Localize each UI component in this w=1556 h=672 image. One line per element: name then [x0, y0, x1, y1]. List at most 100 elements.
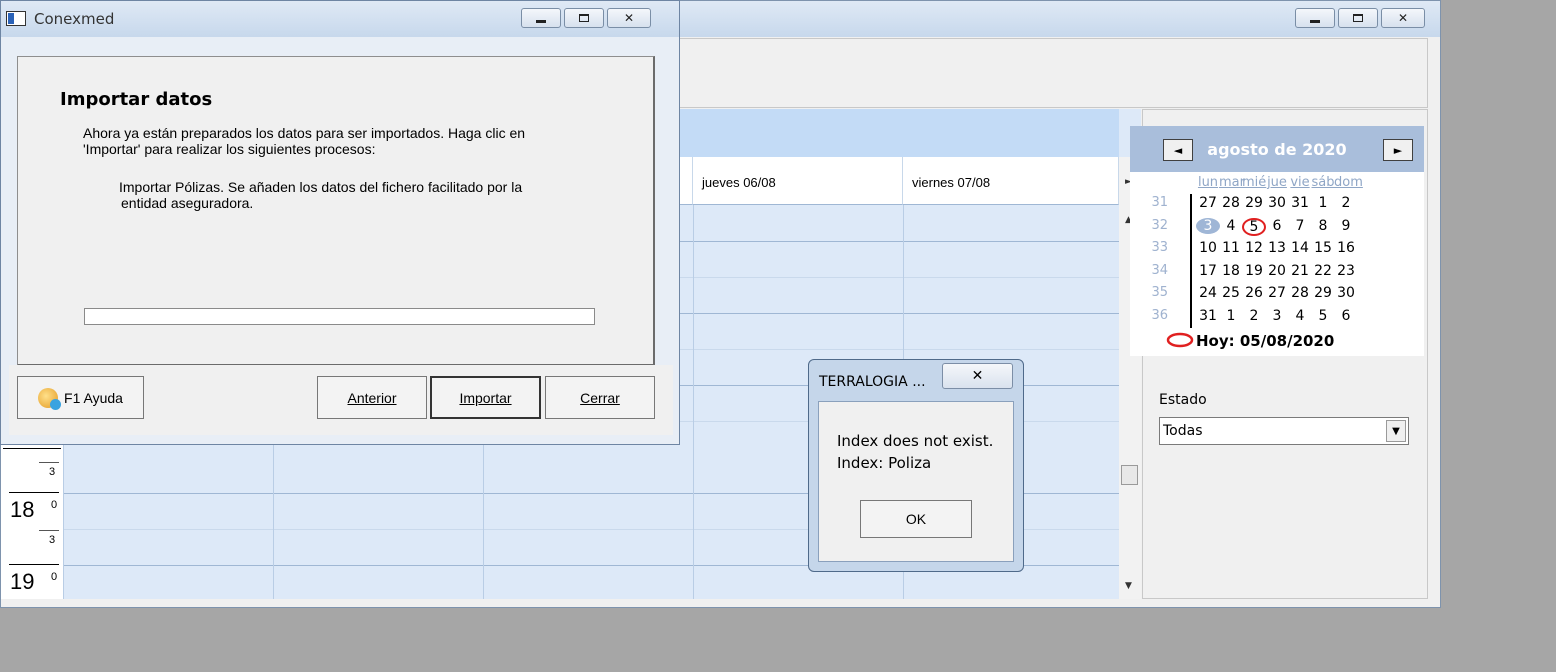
estado-label: Estado — [1159, 392, 1207, 408]
calendar-day[interactable]: 11 — [1219, 240, 1243, 256]
today-label: Hoy: 05/08/2020 — [1196, 332, 1335, 350]
weekday-label: mié — [1242, 175, 1267, 190]
time-separator — [9, 492, 59, 493]
calendar-day[interactable]: 22 — [1311, 263, 1335, 279]
time-sub-line — [39, 462, 59, 463]
calendar-day[interactable]: 21 — [1288, 263, 1312, 279]
back-button[interactable]: Anterior — [317, 376, 427, 419]
weekday-label: jue — [1267, 175, 1287, 190]
calendar-day[interactable]: 6 — [1334, 308, 1358, 324]
calendar-day[interactable]: 27 — [1196, 195, 1220, 211]
calendar-day-selected[interactable]: 3 — [1196, 217, 1220, 234]
time-minutes-label: 0 — [51, 499, 58, 511]
calendar-day[interactable]: 29 — [1242, 195, 1266, 211]
calendar-day[interactable]: 29 — [1311, 285, 1335, 301]
wizard-intro-text: Ahora ya están preparados los datos para… — [83, 125, 525, 157]
main-close-button[interactable]: ✕ — [1381, 8, 1425, 28]
calendar-day[interactable]: 13 — [1265, 240, 1289, 256]
message-line: Index: Poliza — [837, 454, 932, 472]
time-minutes-label: 0 — [51, 571, 58, 583]
calendar-day[interactable]: 3 — [1265, 308, 1289, 324]
dropdown-arrow-icon[interactable]: ▼ — [1386, 420, 1406, 442]
wizard-detail-text: Importar Pólizas. Se añaden los datos de… — [119, 179, 522, 211]
error-message-box: TERRALOGIA ... ✕ Index does not exist. I… — [808, 359, 1024, 572]
calendar-day[interactable]: 25 — [1219, 285, 1243, 301]
conexmed-close-button[interactable]: ✕ — [607, 8, 651, 28]
close-icon: ✕ — [623, 11, 635, 25]
week-number: 32 — [1151, 217, 1168, 233]
weekday-label: sáb — [1311, 175, 1335, 190]
calendar-day[interactable]: 30 — [1265, 195, 1289, 211]
minimize-icon — [536, 19, 546, 23]
calendar-day[interactable]: 5 — [1311, 308, 1335, 324]
calendar-prev-button[interactable]: ◄ — [1163, 139, 1193, 161]
calendar-day[interactable]: 23 — [1334, 263, 1358, 279]
message-box-body: Index does not exist. Index: Poliza OK — [818, 401, 1014, 562]
weekday-label: dom — [1334, 175, 1363, 190]
maximize-icon — [1353, 14, 1363, 22]
week-number: 31 — [1151, 195, 1168, 210]
calendar-day[interactable]: 10 — [1196, 240, 1220, 256]
estado-select[interactable]: Todas ▼ — [1159, 417, 1409, 445]
calendar-day[interactable]: 31 — [1288, 195, 1312, 211]
calendar-day[interactable]: 27 — [1265, 285, 1289, 301]
calendar-day[interactable]: 20 — [1265, 263, 1289, 279]
calendar-day[interactable]: 2 — [1334, 195, 1358, 211]
message-box-close-button[interactable]: ✕ — [942, 363, 1013, 389]
calendar-day[interactable]: 15 — [1311, 240, 1335, 256]
calendar-day[interactable]: 30 — [1334, 285, 1358, 301]
wizard-intro-line: 'Importar' para realizar los siguientes … — [83, 141, 376, 157]
main-minimize-button[interactable] — [1295, 8, 1335, 28]
calendar-day[interactable]: 1 — [1219, 308, 1243, 324]
wizard-detail-line: Importar Pólizas. Se añaden los datos de… — [119, 179, 523, 195]
message-text: Index does not exist. Index: Poliza — [837, 430, 993, 474]
calendar-day[interactable]: 18 — [1219, 263, 1243, 279]
main-maximize-button[interactable] — [1338, 8, 1378, 28]
time-sub-line — [39, 530, 59, 531]
calendar-day[interactable]: 24 — [1196, 285, 1220, 301]
time-hour-label: 19 — [10, 569, 35, 594]
close-wizard-button[interactable]: Cerrar — [545, 376, 655, 419]
today-circle-icon — [1166, 332, 1194, 348]
conexmed-window: Conexmed ✕ Importar datos Ahora ya están… — [0, 0, 680, 445]
time-hour-label: 18 — [10, 497, 35, 522]
close-icon: ✕ — [1397, 11, 1409, 25]
calendar-day[interactable]: 14 — [1288, 240, 1312, 256]
calendar-day[interactable]: 16 — [1334, 240, 1358, 256]
calendar-day[interactable]: 26 — [1242, 285, 1266, 301]
calendar-day[interactable]: 7 — [1288, 218, 1312, 234]
calendar-day[interactable]: 17 — [1196, 263, 1220, 279]
scroll-down-arrow-icon[interactable]: ▼ — [1125, 581, 1132, 591]
calendar-day[interactable]: 4 — [1219, 218, 1243, 234]
scroll-thumb[interactable] — [1121, 465, 1138, 485]
calendar-day[interactable]: 28 — [1288, 285, 1312, 301]
calendar-day[interactable]: 8 — [1311, 218, 1335, 234]
time-separator — [9, 564, 59, 565]
calendar-day[interactable]: 9 — [1334, 218, 1358, 234]
calendar-day-today[interactable]: 5 — [1242, 217, 1266, 236]
calendar-day[interactable]: 28 — [1219, 195, 1243, 211]
calendar-day[interactable]: 12 — [1242, 240, 1266, 256]
calendar-month-label: agosto de 2020 — [1207, 140, 1347, 159]
weekday-label: mar — [1219, 175, 1245, 190]
column-header-thursday[interactable]: jueves 06/08 — [693, 157, 903, 205]
calendar-day[interactable]: 1 — [1311, 195, 1335, 211]
message-line: Index does not exist. — [837, 432, 994, 450]
calendar-day[interactable]: 2 — [1242, 308, 1266, 324]
help-button[interactable]: F1 Ayuda — [17, 376, 144, 419]
calendar-day[interactable]: 19 — [1242, 263, 1266, 279]
conexmed-title: Conexmed — [34, 10, 115, 28]
ok-button[interactable]: OK — [860, 500, 972, 538]
import-button[interactable]: Importar — [430, 376, 541, 419]
wizard-footer: F1 Ayuda Anterior Importar Cerrar — [9, 365, 673, 435]
calendar-day[interactable]: 4 — [1288, 308, 1312, 324]
time-separator — [3, 448, 61, 449]
calendar-day[interactable]: 31 — [1196, 308, 1220, 324]
column-header-friday[interactable]: viernes 07/08 — [903, 157, 1119, 205]
calendar-day[interactable]: 6 — [1265, 218, 1289, 234]
conexmed-maximize-button[interactable] — [564, 8, 604, 28]
maximize-icon — [579, 14, 589, 22]
today-link[interactable]: Hoy: 05/08/2020 — [1166, 331, 1334, 350]
conexmed-minimize-button[interactable] — [521, 8, 561, 28]
calendar-next-button[interactable]: ► — [1383, 139, 1413, 161]
